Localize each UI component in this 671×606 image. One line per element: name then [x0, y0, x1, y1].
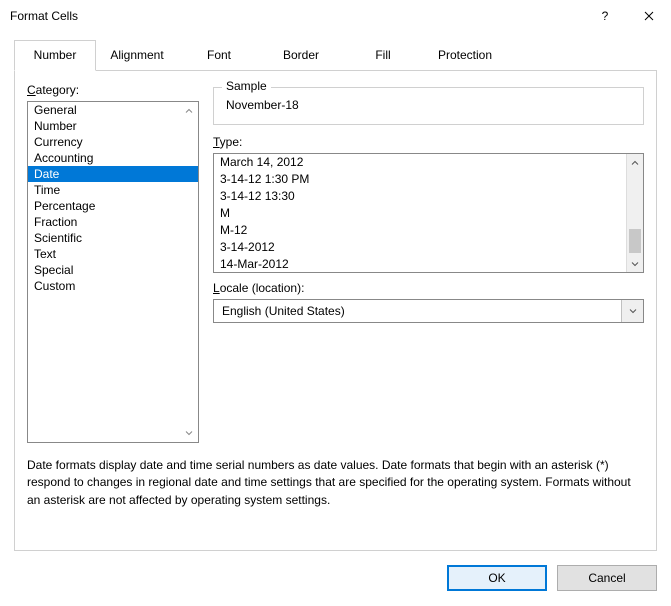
type-item[interactable]: M: [214, 205, 626, 222]
category-item[interactable]: Text: [28, 246, 198, 262]
tab-number[interactable]: Number: [14, 40, 96, 71]
locale-label: Locale (location):: [213, 281, 644, 295]
scroll-down-icon[interactable]: [627, 255, 643, 272]
type-list[interactable]: March 14, 20123-14-12 1:30 PM3-14-12 13:…: [213, 153, 644, 273]
category-list[interactable]: GeneralNumberCurrencyAccountingDateTimeP…: [27, 101, 199, 443]
type-scrollbar[interactable]: [626, 154, 643, 272]
type-item[interactable]: 3-14-12 13:30: [214, 188, 626, 205]
tab-border[interactable]: Border: [260, 40, 342, 70]
help-button[interactable]: ?: [583, 0, 627, 32]
category-label: Category:: [27, 83, 199, 97]
description-text: Date formats display date and time seria…: [27, 457, 644, 509]
close-button[interactable]: [627, 0, 671, 32]
tab-protection[interactable]: Protection: [424, 40, 506, 70]
type-label: Type:: [213, 135, 644, 149]
type-item[interactable]: 3-14-2012: [214, 239, 626, 256]
locale-value: English (United States): [214, 304, 621, 318]
ok-button[interactable]: OK: [447, 565, 547, 591]
close-icon: [644, 11, 654, 21]
category-item[interactable]: Number: [28, 118, 198, 134]
type-item[interactable]: M-12: [214, 222, 626, 239]
type-item[interactable]: 3-14-12 1:30 PM: [214, 171, 626, 188]
category-item[interactable]: Accounting: [28, 150, 198, 166]
scroll-up-icon[interactable]: [181, 103, 197, 119]
tab-font[interactable]: Font: [178, 40, 260, 70]
scroll-track[interactable]: [627, 171, 643, 255]
sample-value: November-18: [224, 98, 633, 112]
chevron-down-icon[interactable]: [621, 300, 643, 322]
category-item[interactable]: General: [28, 102, 198, 118]
type-item[interactable]: March 14, 2012: [214, 154, 626, 171]
category-item[interactable]: Date: [28, 166, 198, 182]
scroll-down-icon[interactable]: [181, 425, 197, 441]
tab-panel: Category: GeneralNumberCurrencyAccountin…: [14, 71, 657, 551]
category-item[interactable]: Time: [28, 182, 198, 198]
cancel-button[interactable]: Cancel: [557, 565, 657, 591]
tabstrip: Number Alignment Font Border Fill Protec…: [14, 40, 657, 71]
tab-fill[interactable]: Fill: [342, 40, 424, 70]
type-item[interactable]: 14-Mar-2012: [214, 256, 626, 272]
category-item[interactable]: Percentage: [28, 198, 198, 214]
sample-label: Sample: [222, 79, 271, 93]
category-item[interactable]: Special: [28, 262, 198, 278]
help-icon: ?: [602, 9, 609, 23]
tab-alignment[interactable]: Alignment: [96, 40, 178, 70]
dialog-buttons: OK Cancel: [0, 551, 671, 591]
titlebar: Format Cells ?: [0, 0, 671, 32]
scroll-up-icon[interactable]: [627, 154, 643, 171]
category-item[interactable]: Scientific: [28, 230, 198, 246]
category-item[interactable]: Custom: [28, 278, 198, 294]
window-title: Format Cells: [10, 9, 583, 23]
category-item[interactable]: Fraction: [28, 214, 198, 230]
locale-select[interactable]: English (United States): [213, 299, 644, 323]
scroll-thumb[interactable]: [629, 229, 641, 253]
sample-group: Sample November-18: [213, 87, 644, 125]
category-item[interactable]: Currency: [28, 134, 198, 150]
